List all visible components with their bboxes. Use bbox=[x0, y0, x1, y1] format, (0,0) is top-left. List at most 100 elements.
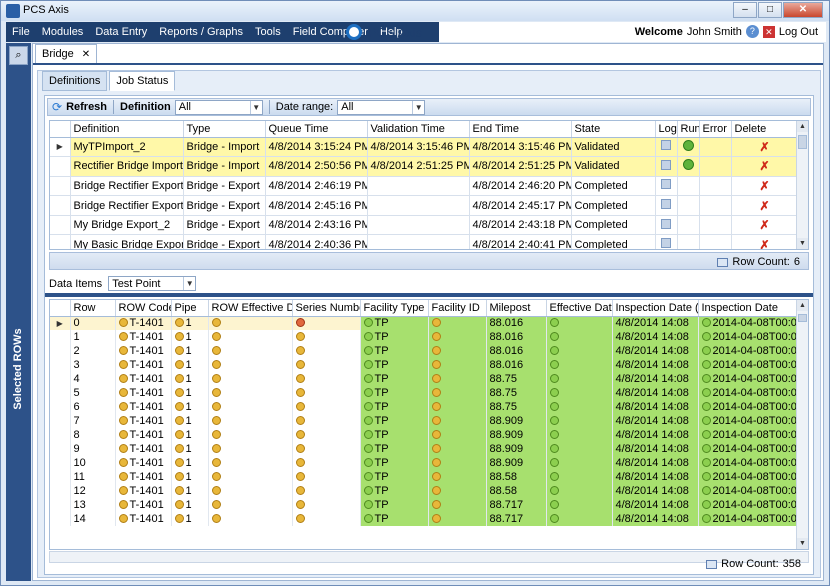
sidebar-label[interactable]: Selected ROWs bbox=[12, 309, 24, 429]
scroll-down-icon[interactable]: ▼ bbox=[797, 538, 808, 549]
col-type[interactable]: Type bbox=[183, 121, 266, 138]
tab-bridge[interactable]: Bridge ✕ bbox=[35, 44, 98, 63]
scroll-up-icon[interactable]: ▲ bbox=[797, 300, 808, 311]
menu-reports-graphs[interactable]: Reports / Graphs bbox=[153, 22, 249, 42]
run-icon[interactable] bbox=[682, 139, 694, 151]
tab-definitions[interactable]: Definitions bbox=[42, 71, 108, 91]
detail-row[interactable]: 7 T-1401 1 TP 88.909 4/8/2014 14:08 2014-04-08… bbox=[50, 414, 799, 428]
log-icon[interactable] bbox=[661, 238, 671, 249]
col-definition[interactable]: Definition bbox=[70, 121, 184, 138]
job-row[interactable]: Bridge Rectifier Export_1Bridge - Export… bbox=[50, 176, 799, 197]
detail-row[interactable]: 1 T-1401 1 TP 88.016 4/8/2014 14:08 2014-04-08… bbox=[50, 330, 799, 344]
splitter-handle[interactable] bbox=[45, 293, 813, 297]
delete-icon[interactable]: ✗ bbox=[759, 179, 769, 193]
menu-file[interactable]: File bbox=[6, 22, 36, 42]
job-row[interactable]: My Basic Bridge Export_1Bridge - Export4… bbox=[50, 234, 799, 249]
run-icon[interactable] bbox=[682, 159, 694, 171]
help-icon[interactable]: ? bbox=[745, 25, 759, 38]
run-cell[interactable] bbox=[677, 137, 700, 158]
detail-row[interactable]: 9 T-1401 1 TP 88.909 4/8/2014 14:08 2014-04-08… bbox=[50, 442, 799, 456]
scroll-up-icon[interactable]: ▲ bbox=[797, 121, 808, 132]
col-queue-time[interactable]: Queue Time bbox=[265, 121, 368, 138]
definition-dropdown[interactable]: All ▼ bbox=[174, 99, 263, 115]
detail-row[interactable]: 3 T-1401 1 TP 88.016 4/8/2014 14:08 2014-04-08… bbox=[50, 358, 799, 372]
detail-row[interactable]: 2 T-1401 1 TP 88.016 4/8/2014 14:08 2014-04-08… bbox=[50, 344, 799, 358]
col-series-number[interactable]: Series Number bbox=[292, 300, 361, 317]
scroll-thumb[interactable] bbox=[798, 135, 807, 149]
menu-data-entry[interactable]: Data Entry bbox=[89, 22, 153, 42]
log-icon[interactable] bbox=[661, 140, 671, 151]
close-tab-icon[interactable]: ✕ bbox=[82, 49, 90, 60]
tab-job-status[interactable]: Job Status bbox=[109, 71, 176, 91]
log-icon[interactable] bbox=[661, 199, 671, 210]
refresh-icon[interactable]: ⟳ bbox=[52, 100, 62, 114]
col-row-effective-date[interactable]: ROW Effective Date bbox=[208, 300, 293, 317]
minimize-button[interactable]: – bbox=[733, 2, 757, 18]
delete-cell[interactable]: ✗ bbox=[731, 195, 799, 216]
detail-row[interactable]: 5 T-1401 1 TP 88.75 4/8/2014 14:08 2014-04-08T… bbox=[50, 386, 799, 400]
col-state[interactable]: State bbox=[571, 121, 656, 138]
log-cell[interactable] bbox=[655, 195, 678, 216]
job-row[interactable]: Rectifier Bridge Import Bridge - Import 4/… bbox=[50, 156, 799, 177]
detail-row[interactable]: 14 T-1401 1 TP 88.717 4/8/2014 14:08 2014-04-0… bbox=[50, 512, 799, 526]
col-inspection-date[interactable]: Inspection Date bbox=[698, 300, 799, 317]
scroll-down-icon[interactable]: ▼ bbox=[797, 238, 808, 249]
refresh-button[interactable]: Refresh bbox=[66, 101, 107, 113]
log-icon[interactable] bbox=[661, 159, 671, 170]
log-cell[interactable] bbox=[655, 156, 678, 177]
detail-row[interactable]: 12 T-1401 1 TP 88.58 4/8/2014 14:08 2014-04-08… bbox=[50, 484, 799, 498]
close-button[interactable]: ✕ bbox=[783, 2, 823, 18]
delete-cell[interactable]: ✗ bbox=[731, 156, 799, 177]
col-validation-time[interactable]: Validation Time bbox=[367, 121, 470, 138]
delete-cell[interactable]: ✗ bbox=[731, 234, 799, 249]
job-row[interactable]: Bridge Rectifier Export_1Bridge - Export… bbox=[50, 195, 799, 216]
col-end-time[interactable]: End Time bbox=[469, 121, 572, 138]
maximize-button[interactable]: □ bbox=[758, 2, 782, 18]
menu-tools[interactable]: Tools bbox=[249, 22, 287, 42]
job-row[interactable]: ▶ MyTPImport_2 Bridge - Import 4/8/2014 3:1… bbox=[50, 137, 799, 158]
col-row[interactable]: Row bbox=[70, 300, 116, 317]
chevron-down-icon[interactable]: ▼ bbox=[412, 100, 424, 114]
col-log[interactable]: Log bbox=[655, 121, 678, 138]
detail-row[interactable]: 4 T-1401 1 TP 88.75 4/8/2014 14:08 2014-04-08T… bbox=[50, 372, 799, 386]
col-row-code[interactable]: ROW Code bbox=[115, 300, 172, 317]
log-icon[interactable] bbox=[661, 179, 671, 190]
delete-cell[interactable]: ✗ bbox=[731, 215, 799, 236]
search-icon[interactable]: ⌕ bbox=[9, 46, 28, 65]
col-facility-id[interactable]: Facility ID bbox=[428, 300, 487, 317]
run-cell[interactable] bbox=[677, 156, 700, 177]
delete-icon[interactable]: ✗ bbox=[759, 159, 769, 173]
logout-link[interactable]: Log Out bbox=[779, 26, 818, 38]
log-cell[interactable] bbox=[655, 215, 678, 236]
detail-row[interactable]: 11 T-1401 1 TP 88.58 4/8/2014 14:08 2014-04-08… bbox=[50, 470, 799, 484]
detail-row[interactable]: ▶ 0 T-1401 1 TP 88.016 4/8/2014 14:08 2014-04-0… bbox=[50, 316, 799, 330]
date-range-dropdown[interactable]: All ▼ bbox=[337, 99, 426, 115]
log-cell[interactable] bbox=[655, 176, 678, 197]
detail-row[interactable]: 8 T-1401 1 TP 88.909 4/8/2014 14:08 2014-04-08… bbox=[50, 428, 799, 442]
delete-icon[interactable]: ✗ bbox=[759, 218, 769, 232]
delete-cell[interactable]: ✗ bbox=[731, 137, 799, 158]
col-run[interactable]: Run bbox=[677, 121, 700, 138]
col-milepost[interactable]: Milepost bbox=[486, 300, 547, 317]
scroll-thumb[interactable] bbox=[798, 314, 807, 322]
delete-icon[interactable]: ✗ bbox=[759, 199, 769, 213]
col-effective-date[interactable]: Effective Date bbox=[546, 300, 613, 317]
log-cell[interactable] bbox=[655, 234, 678, 249]
detail-row[interactable]: 6 T-1401 1 TP 88.75 4/8/2014 14:08 2014-04-08T… bbox=[50, 400, 799, 414]
log-icon[interactable] bbox=[661, 218, 671, 229]
delete-icon[interactable]: ✗ bbox=[759, 238, 769, 249]
logout-icon[interactable]: ✕ bbox=[762, 25, 775, 38]
chevron-down-icon[interactable]: ▼ bbox=[183, 277, 195, 290]
col-delete[interactable]: Delete bbox=[731, 121, 799, 138]
detail-row[interactable]: 10 T-1401 1 TP 88.909 4/8/2014 14:08 2014-04-0… bbox=[50, 456, 799, 470]
col-pipe[interactable]: Pipe bbox=[171, 300, 209, 317]
col-error[interactable]: Error bbox=[699, 121, 732, 138]
details-scrollbar[interactable]: ▲ ▼ bbox=[796, 300, 808, 549]
log-cell[interactable] bbox=[655, 137, 678, 158]
detail-row[interactable]: 13 T-1401 1 TP 88.717 4/8/2014 14:08 2014-04-0… bbox=[50, 498, 799, 512]
delete-icon[interactable]: ✗ bbox=[759, 140, 769, 154]
chevron-down-icon[interactable]: ▼ bbox=[249, 100, 262, 114]
delete-cell[interactable]: ✗ bbox=[731, 176, 799, 197]
col-inspection-date-d[interactable]: Inspection Date (D... bbox=[612, 300, 699, 317]
col-facility-type[interactable]: Facility Type bbox=[360, 300, 429, 317]
